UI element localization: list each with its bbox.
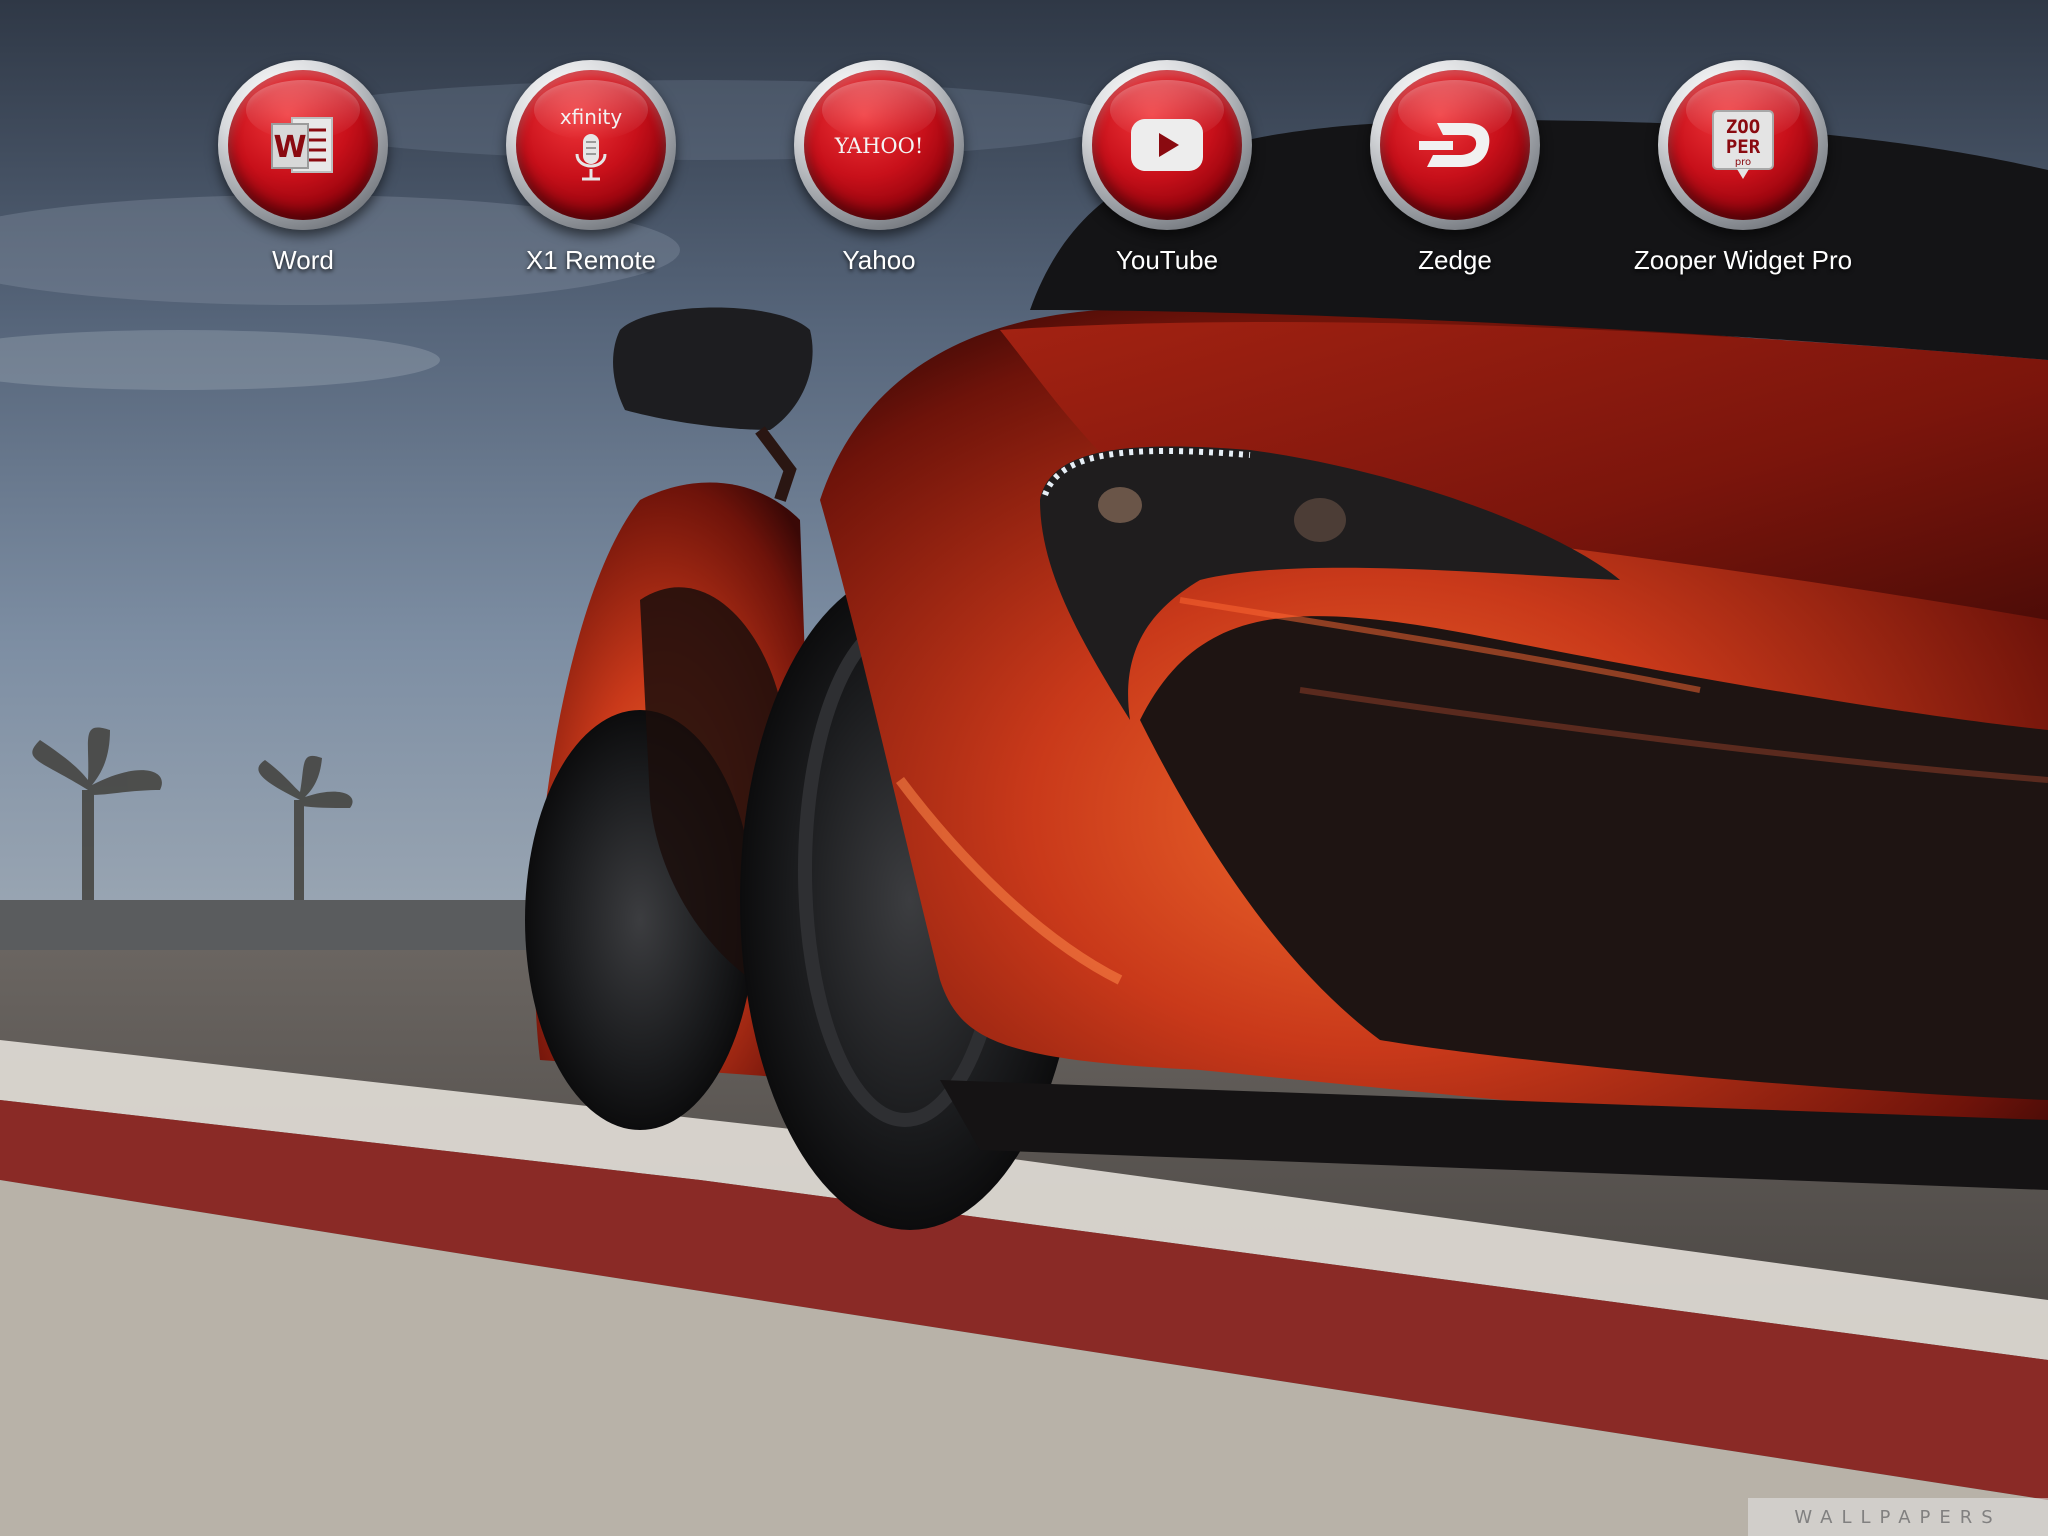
app-zedge[interactable]: Zedge [1325, 60, 1585, 290]
xfinity-glyph: xfinity [560, 105, 623, 129]
home-screen: W Word xfinity X1 Remote YAHOO! Yahoo Yo… [0, 0, 2048, 1536]
zooper-glyph-line3: pro [1735, 157, 1751, 168]
zooper-glyph-line2: PER [1726, 136, 1761, 158]
app-x1-remote[interactable]: xfinity X1 Remote [461, 60, 721, 290]
app-label-word: Word [272, 245, 334, 275]
xfinity-mic-icon[interactable]: xfinity [506, 60, 676, 230]
app-youtube[interactable]: YouTube [1037, 60, 1297, 290]
app-label-youtube: YouTube [1115, 245, 1219, 275]
app-label-zedge: Zedge [1418, 245, 1492, 275]
app-word[interactable]: W Word [173, 60, 433, 290]
zedge-icon[interactable] [1370, 60, 1540, 230]
app-zooper-widget-pro[interactable]: ZOO PER pro Zooper Widget Pro [1613, 60, 1873, 290]
zooper-glyph-line1: ZOO [1726, 116, 1760, 138]
word-glyph: W [273, 130, 306, 165]
app-yahoo[interactable]: YAHOO! Yahoo [749, 60, 1009, 290]
app-label-zooper-widget-pro: Zooper Widget Pro [1633, 245, 1853, 275]
youtube-play-icon[interactable] [1082, 60, 1252, 230]
app-label-yahoo: Yahoo [842, 245, 916, 275]
yahoo-glyph: YAHOO! [834, 134, 924, 158]
app-label-x1-remote: X1 Remote [525, 245, 657, 275]
word-icon[interactable]: W [218, 60, 388, 230]
yahoo-icon[interactable]: YAHOO! [794, 60, 964, 230]
wallpaper-watermark: WALLPAPERS [1748, 1498, 2048, 1536]
app-icon-row: W Word xfinity X1 Remote YAHOO! Yahoo Yo… [0, 60, 2048, 290]
zooper-icon[interactable]: ZOO PER pro [1658, 60, 1828, 230]
